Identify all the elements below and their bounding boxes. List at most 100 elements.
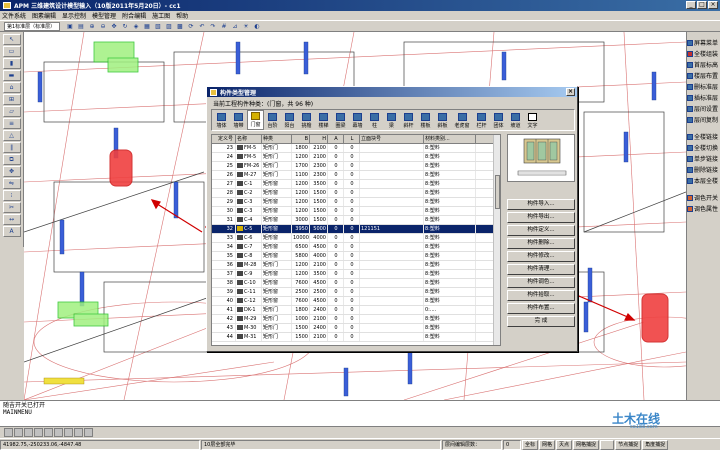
dimension-icon[interactable]: ↔ — [2, 214, 21, 225]
screen-menu-item[interactable]: 屏幕菜单 — [687, 38, 720, 47]
status-btn-grid-snap[interactable]: 网格捕捉 — [573, 439, 600, 450]
place-button[interactable]: 构件布置... — [507, 303, 575, 314]
close-button[interactable]: × — [708, 1, 718, 9]
pick-button[interactable]: 构件拾取... — [507, 290, 575, 301]
tab-ramp[interactable]: 坡道 — [507, 110, 524, 130]
floor-copy-item[interactable]: 层间复制 — [687, 115, 720, 124]
copy-icon[interactable]: ⧉ — [2, 154, 21, 165]
lineweight-toggle-icon[interactable] — [74, 428, 83, 437]
cleanup-button[interactable]: 构件清理... — [507, 264, 575, 275]
layer-toggle-icon[interactable] — [4, 428, 13, 437]
table-row[interactable]: 42 M-29 矩形门 1000 2100 0 0 8:塑料 — [212, 315, 500, 324]
table-row[interactable]: 39 C-11 矩形窗 2500 2500 0 0 8:塑料 — [212, 288, 500, 297]
define-button[interactable]: 构件定义... — [507, 225, 575, 236]
col-header-kind[interactable]: 种类 — [262, 135, 292, 143]
tab-stair[interactable]: 楼梯 — [315, 110, 332, 130]
column-icon[interactable]: ▮ — [2, 58, 21, 69]
tab-beam[interactable]: 梁 — [383, 110, 400, 130]
table-row[interactable]: 31 C-4 矩形窗 3000 1500 0 0 8:塑料 — [212, 216, 500, 225]
tab-step[interactable]: 台阶 — [264, 110, 281, 130]
table-row[interactable]: 41 DK-1 矩形门 1800 2400 0 0 0:.... — [212, 306, 500, 315]
array-icon[interactable]: ⁝ — [2, 190, 21, 201]
track-toggle-icon[interactable] — [64, 428, 73, 437]
light-icon[interactable]: ☀ — [241, 21, 251, 31]
assemble-all-item[interactable]: 全楼组装 — [687, 49, 720, 58]
snap-toggle-icon[interactable] — [14, 428, 23, 437]
maximize-button[interactable]: □ — [697, 1, 707, 9]
tab-wall[interactable]: 墙体 — [213, 110, 230, 130]
tab-text[interactable]: 文字 — [524, 110, 541, 130]
floor-settings-item[interactable]: 层间设置 — [687, 104, 720, 113]
dialog-close-button[interactable]: × — [566, 88, 575, 96]
top-view-icon[interactable]: ▨ — [164, 21, 174, 31]
move-icon[interactable]: ✥ — [2, 166, 21, 177]
col-header-block[interactable]: 立面块号 — [360, 135, 424, 143]
link-all-item[interactable]: 全楼链接 — [687, 132, 720, 141]
osnap-toggle-icon[interactable] — [54, 428, 63, 437]
stair-icon[interactable]: ≡ — [2, 118, 21, 129]
delete-std-floor-item[interactable]: 删标准层 — [687, 82, 720, 91]
tab-column[interactable]: 柱 — [366, 110, 383, 130]
col-header-b[interactable]: B — [292, 135, 310, 143]
menu-attach[interactable]: 附合编辑 — [122, 11, 146, 20]
table-row[interactable]: 29 C-3 矩形窗 1200 1500 0 0 8:塑料 — [212, 198, 500, 207]
railing-icon[interactable]: ∥ — [2, 142, 21, 153]
modify-button[interactable]: 构件修改... — [507, 251, 575, 262]
undo-icon[interactable]: ↶ — [197, 21, 207, 31]
menu-help[interactable]: 帮助 — [176, 11, 188, 20]
menu-model[interactable]: 模型管理 — [92, 11, 116, 20]
table-row[interactable]: 35 C-8 矩形窗 5800 4000 0 0 8:塑料 — [212, 252, 500, 261]
floor-all-item[interactable]: 本层全楼 — [687, 176, 720, 185]
step-link-item[interactable]: 单步链接 — [687, 154, 720, 163]
scrollbar-thumb[interactable] — [495, 175, 500, 209]
delete-link-item[interactable]: 删除链接 — [687, 165, 720, 174]
table-row[interactable]: 26 M-27 矩形门 1100 2300 0 0 8:塑料 — [212, 171, 500, 180]
floor-layout-item[interactable]: 楼层布置 — [687, 71, 720, 80]
front-view-icon[interactable]: ▦ — [142, 21, 152, 31]
tab-balcony[interactable]: 阳台 — [281, 110, 298, 130]
color-button[interactable]: 构件调色... — [507, 277, 575, 288]
text-icon[interactable]: A — [2, 226, 21, 237]
table-row[interactable]: 44 M-31 矩形门 1500 2100 0 0 8:塑料 — [212, 333, 500, 342]
status-btn-empty[interactable] — [600, 439, 615, 450]
delete-button[interactable]: 构件删除... — [507, 238, 575, 249]
table-row[interactable]: 38 C-10 矩形窗 7600 4500 0 0 8:塑料 — [212, 279, 500, 288]
table-row[interactable]: 43 M-30 矩形门 1500 2400 0 0 8:塑料 — [212, 324, 500, 333]
mirror-icon[interactable]: ⇋ — [2, 178, 21, 189]
save-icon[interactable]: ▤ — [76, 21, 86, 31]
tab-dormer[interactable]: 老虎窗 — [451, 110, 473, 130]
open-icon[interactable]: ▣ — [65, 21, 75, 31]
table-row[interactable]: 40 C-12 矩形窗 7600 4500 0 0 8:塑料 — [212, 297, 500, 306]
tab-slab[interactable]: 楼板 — [417, 110, 434, 130]
render-icon[interactable]: ◐ — [252, 21, 262, 31]
menu-drawing[interactable]: 施工图 — [152, 11, 170, 20]
slab-icon[interactable]: ▱ — [2, 106, 21, 117]
grid-icon[interactable]: # — [219, 21, 229, 31]
floor-select[interactable]: 第1标准层（标准层） — [4, 22, 60, 31]
col-header-a[interactable]: A — [328, 135, 344, 143]
view3d-icon[interactable]: ◈ — [131, 21, 141, 31]
tab-door-window[interactable]: 门窗 — [247, 110, 264, 130]
table-row[interactable]: 25 FM-26 矩形门 1700 2300 0 0 8:塑料 — [212, 162, 500, 171]
door-icon[interactable]: ⌂ — [2, 82, 21, 93]
color-props-item[interactable]: 调色属性 — [687, 204, 720, 213]
ortho-toggle-icon[interactable] — [24, 428, 33, 437]
rotate-icon[interactable]: ↻ — [120, 21, 130, 31]
first-floor-elev-item[interactable]: 首层标高 — [687, 60, 720, 69]
tab-brace[interactable]: 斜杆 — [400, 110, 417, 130]
table-row[interactable]: 30 C-3 矩形窗 1200 1500 0 0 8:塑料 — [212, 207, 500, 216]
trim-icon[interactable]: ✂ — [2, 202, 21, 213]
col-header-h[interactable]: H — [310, 135, 328, 143]
table-row[interactable]: 32 C-5 矩形窗 3950 5000 0 0 121151 8:塑料 — [212, 225, 500, 234]
wall-icon[interactable]: ▭ — [2, 46, 21, 57]
finish-button[interactable]: 完 成 — [507, 316, 575, 327]
table-row[interactable]: 28 C-2 矩形窗 1200 1500 0 0 8:塑料 — [212, 189, 500, 198]
roof-icon[interactable]: △ — [2, 130, 21, 141]
table-row[interactable]: 23 FM-5 矩形门 1800 2100 0 0 8:塑料 — [212, 144, 500, 153]
tab-wall-band[interactable]: 墙带 — [230, 110, 247, 130]
side-view-icon[interactable]: ▧ — [153, 21, 163, 31]
export-button[interactable]: 构件导出... — [507, 212, 575, 223]
tab-curtain-wall[interactable]: 幕墙 — [349, 110, 366, 130]
col-header-material[interactable]: 材料类别... — [424, 135, 476, 143]
col-header-l[interactable]: L — [344, 135, 360, 143]
